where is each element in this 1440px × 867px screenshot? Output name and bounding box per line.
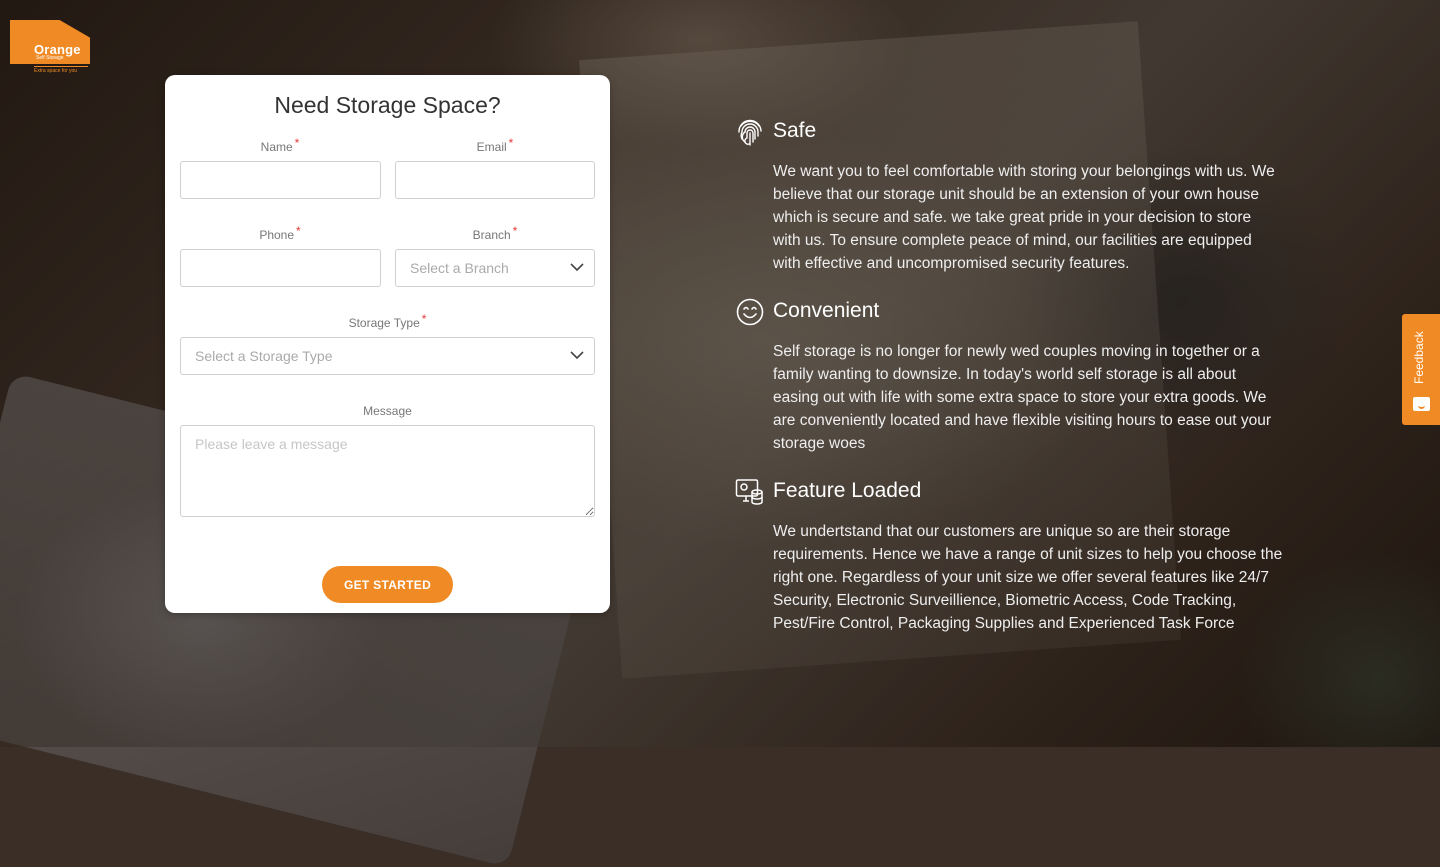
storage-type-select[interactable]: Select a Storage Type — [180, 337, 595, 375]
chevron-down-icon — [570, 351, 584, 360]
chevron-down-icon — [570, 263, 584, 272]
feature-title: Feature Loaded — [773, 479, 922, 502]
storage-request-form: Need Storage Space? Name * Email * Phone * … — [165, 75, 610, 613]
phone-label: Phone * — [180, 224, 380, 242]
feature-title: Convenient — [773, 299, 880, 322]
message-label: Message — [363, 404, 412, 418]
required-mark: * — [294, 136, 300, 150]
storage-type-label: Storage Type * — [180, 312, 595, 330]
required-mark: * — [296, 224, 301, 238]
storage-type-select-value: Select a Storage Type — [195, 348, 333, 364]
email-field[interactable] — [395, 161, 595, 199]
logo-tagline: Extra space for you — [34, 66, 88, 74]
phone-field[interactable] — [180, 249, 381, 287]
branch-select-value: Select a Branch — [410, 260, 509, 276]
email-label-text: Email — [476, 140, 507, 154]
phone-label-text: Phone — [259, 228, 295, 242]
branch-label: Branch * — [395, 224, 595, 242]
required-mark: * — [512, 224, 518, 238]
email-label: Email * — [395, 136, 595, 154]
feature-text: We undertstand that our customers are un… — [773, 523, 1283, 632]
required-mark: * — [508, 136, 514, 150]
form-title: Need Storage Space? — [274, 92, 501, 118]
get-started-button[interactable]: GET STARTED — [322, 566, 453, 603]
name-label: Name * — [180, 136, 380, 154]
branch-label-text: Branch — [472, 228, 511, 242]
monitor-database-icon — [735, 479, 763, 505]
name-field[interactable] — [180, 161, 381, 199]
storage-type-label-text: Storage Type — [348, 316, 420, 330]
feedback-tab[interactable]: Feedback — [1402, 314, 1440, 425]
feature-text: Self storage is no longer for newly wed … — [773, 343, 1272, 452]
required-mark: * — [421, 312, 427, 326]
feedback-label: Feedback — [1412, 331, 1426, 384]
fingerprint-icon — [738, 119, 762, 146]
message-field[interactable] — [180, 425, 595, 517]
smiley-icon — [736, 298, 764, 326]
name-label-text: Name — [260, 140, 293, 154]
branch-select[interactable]: Select a Branch — [395, 249, 595, 287]
feature-text: We want you to feel comfortable with sto… — [773, 163, 1275, 272]
feedback-smile-icon — [1413, 397, 1430, 411]
logo-sub: Self Storage — [36, 55, 64, 61]
brand-logo[interactable]: Orange Self Storage Extra space for you — [10, 20, 90, 74]
feature-title: Safe — [773, 119, 817, 142]
